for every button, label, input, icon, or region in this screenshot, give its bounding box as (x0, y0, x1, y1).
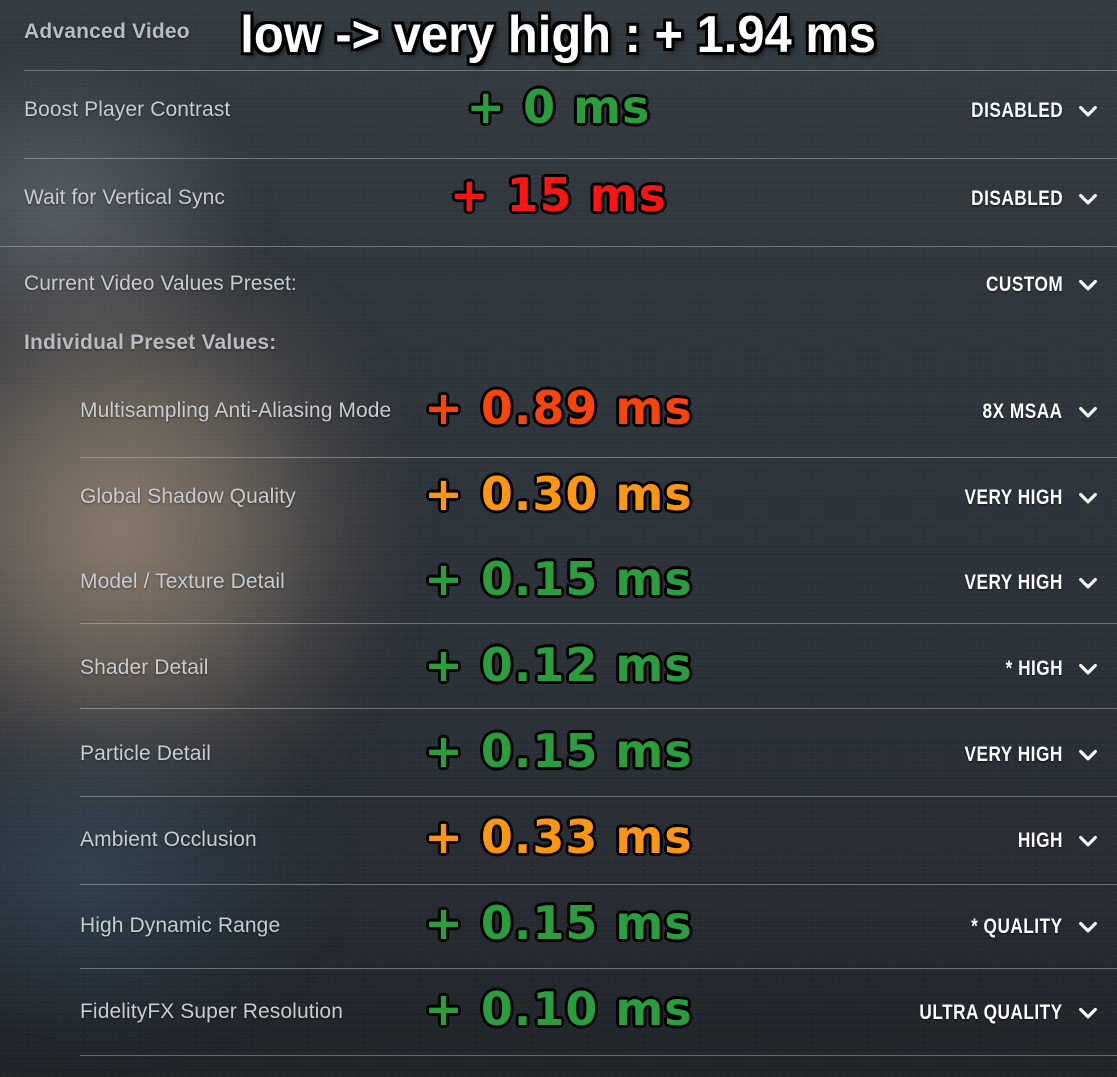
frametime-delta-shader-detail: + 0.12 ms (0, 638, 1117, 692)
dropdown-value-text: CUSTOM (986, 273, 1063, 297)
chevron-down-icon[interactable] (1077, 274, 1099, 296)
section-heading-individual-preset-values: Individual Preset Values: (24, 331, 276, 355)
row-divider (80, 457, 1117, 458)
row-divider (24, 70, 1117, 71)
setting-label-current-video-values-preset: Current Video Values Preset: (24, 272, 297, 296)
settings-list: Advanced VideoBoost Player ContrastDISAB… (0, 0, 1117, 1077)
row-divider (80, 884, 1117, 885)
row-divider (80, 623, 1117, 624)
frametime-delta-particle-detail: + 0.15 ms (0, 724, 1117, 778)
row-divider (80, 1055, 1117, 1056)
row-divider (0, 246, 1117, 247)
setting-dropdown-current-video-values-preset[interactable]: CUSTOM (969, 270, 1099, 300)
frametime-delta-fidelityfx-super-resolution: + 0.10 ms (0, 982, 1117, 1036)
overlay-title: low -> very high : + 1.94 ms (0, 5, 1117, 65)
game-video-settings-screen: Advanced VideoBoost Player ContrastDISAB… (0, 0, 1117, 1077)
row-divider (80, 968, 1117, 969)
frametime-delta-ambient-occlusion: + 0.33 ms (0, 810, 1117, 864)
frametime-delta-wait-for-vertical-sync: + 15 ms (0, 168, 1117, 222)
row-divider (80, 708, 1117, 709)
frametime-delta-boost-player-contrast: + 0 ms (0, 80, 1117, 134)
frametime-delta-multisampling-anti-aliasing-mode: + 0.89 ms (0, 381, 1117, 435)
frametime-delta-model-texture-detail: + 0.15 ms (0, 552, 1117, 606)
row-divider (80, 796, 1117, 797)
frametime-delta-high-dynamic-range: + 0.15 ms (0, 896, 1117, 950)
frametime-delta-global-shadow-quality: + 0.30 ms (0, 467, 1117, 521)
row-divider (24, 158, 1117, 159)
